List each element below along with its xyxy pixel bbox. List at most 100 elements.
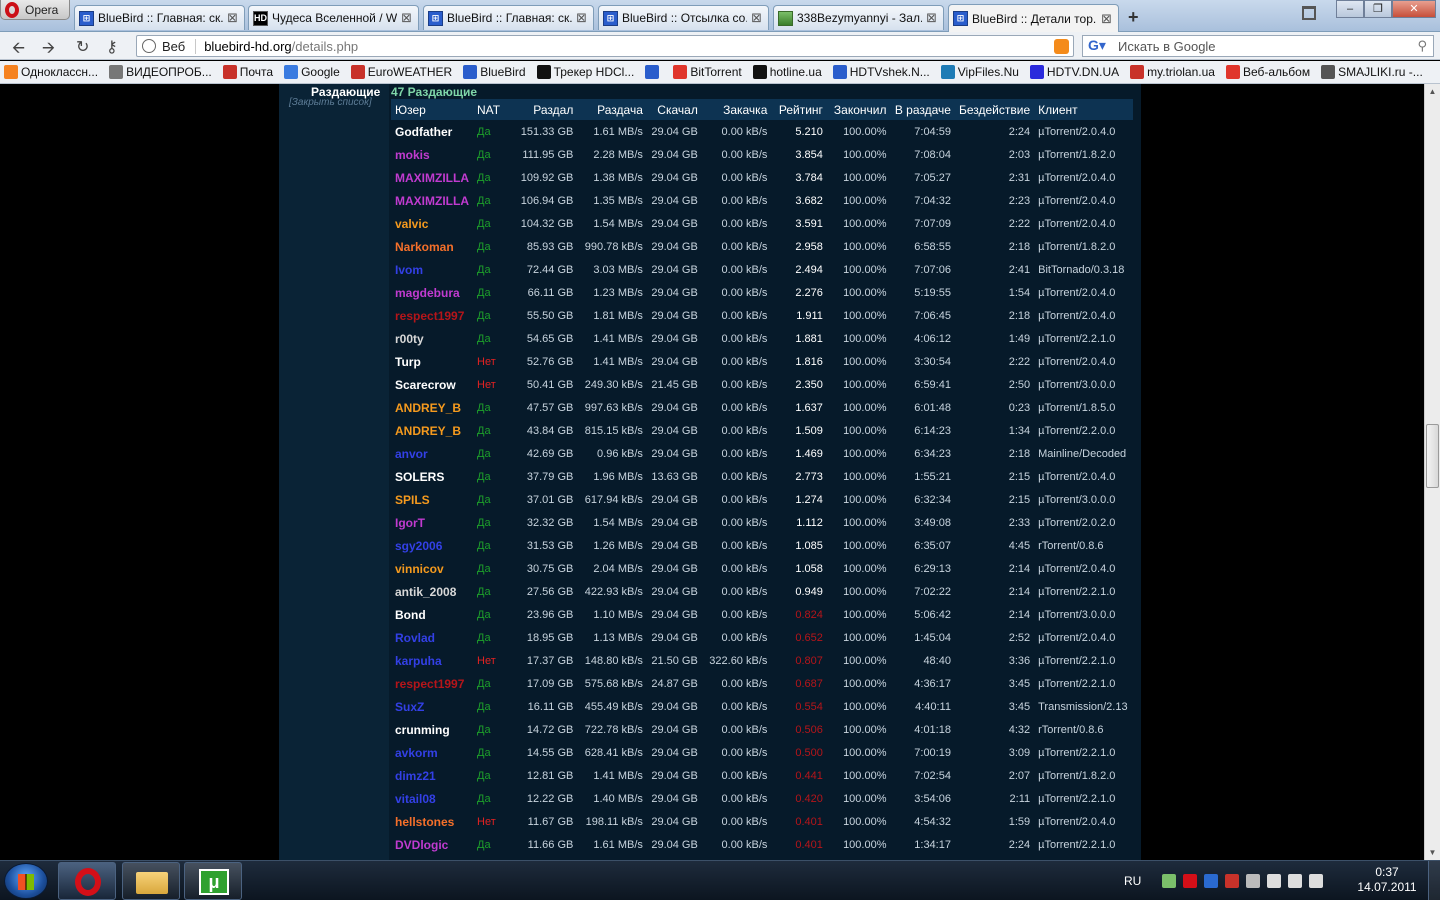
bookmark-item[interactable]: Google bbox=[284, 65, 340, 79]
tool-icon[interactable] bbox=[1225, 874, 1240, 888]
close-tab-icon[interactable]: ⊠ bbox=[751, 10, 762, 26]
user-link[interactable]: vinnicov bbox=[391, 557, 473, 580]
bookmark-item[interactable]: EuroWEATHER bbox=[350, 65, 452, 79]
search-icon[interactable]: ⚲ bbox=[1417, 38, 1427, 54]
vertical-scrollbar[interactable]: ▲ ▼ bbox=[1424, 84, 1440, 860]
column-header[interactable]: Закачка bbox=[701, 99, 772, 120]
bookmark-item[interactable]: Трекер HDCl... bbox=[536, 65, 634, 79]
bluetooth-icon[interactable] bbox=[1204, 874, 1219, 888]
bookmark-item[interactable] bbox=[645, 65, 662, 79]
taskbar-opera-button[interactable] bbox=[58, 862, 116, 900]
column-header[interactable]: Скачал bbox=[646, 99, 702, 120]
start-button[interactable] bbox=[4, 863, 48, 899]
bookmark-item[interactable]: ВИДЕОПРОБ... bbox=[109, 65, 212, 79]
close-tab-icon[interactable]: ⊠ bbox=[1101, 11, 1112, 27]
bookmark-item[interactable]: BitTorrent bbox=[673, 65, 742, 79]
column-header[interactable]: Клиент bbox=[1034, 99, 1133, 120]
close-window-button[interactable]: ✕ bbox=[1392, 0, 1436, 18]
taskbar-explorer-button[interactable] bbox=[122, 862, 180, 900]
user-link[interactable]: anvor bbox=[391, 442, 473, 465]
bookmark-item[interactable]: HDTV.DN.UA bbox=[1029, 65, 1119, 79]
bookmark-item[interactable]: Веб-альбом bbox=[1225, 65, 1310, 79]
user-link[interactable]: respect1997 bbox=[391, 304, 473, 327]
browser-tab[interactable]: ⊞ BlueBird :: Отсылка со... ⊠ bbox=[598, 5, 769, 30]
user-link[interactable]: avkorm bbox=[391, 741, 473, 764]
key-icon[interactable]: ⚷ bbox=[106, 37, 118, 57]
scrollbar-thumb[interactable] bbox=[1426, 424, 1439, 488]
opera-tray-icon[interactable] bbox=[1183, 874, 1198, 888]
bookmark-item[interactable]: BlueBird bbox=[463, 65, 526, 79]
address-url[interactable]: bluebird-hd.org/details.php bbox=[196, 39, 358, 54]
forward-button[interactable]: 🡪 bbox=[42, 37, 55, 64]
user-link[interactable]: dimz21 bbox=[391, 764, 473, 787]
closed-tabs-trash-icon[interactable] bbox=[1302, 6, 1316, 20]
column-header[interactable]: В раздаче bbox=[890, 99, 955, 120]
new-tab-button[interactable]: + bbox=[1128, 7, 1139, 28]
user-link[interactable]: IgorT bbox=[391, 511, 473, 534]
address-bar[interactable]: Веб bluebird-hd.org/details.php bbox=[136, 35, 1074, 57]
maximize-button[interactable]: ❐ bbox=[1364, 0, 1392, 18]
bookmark-item[interactable]: SMAJLIKI.ru -... bbox=[1321, 65, 1423, 79]
column-header[interactable]: Закончил bbox=[826, 99, 891, 120]
browser-tab[interactable]: HD Чудеса Вселенной / W... ⊠ bbox=[248, 5, 419, 30]
column-header[interactable]: Юзер bbox=[391, 99, 473, 120]
close-tab-icon[interactable]: ⊠ bbox=[926, 10, 937, 26]
bookmark-item[interactable]: HDTVshek.N... bbox=[832, 65, 930, 79]
user-link[interactable]: crunming bbox=[391, 718, 473, 741]
user-link[interactable]: mokis bbox=[391, 143, 473, 166]
taskbar-utorrent-button[interactable]: μ bbox=[184, 862, 242, 900]
volume-icon[interactable] bbox=[1309, 874, 1324, 888]
reload-button[interactable]: ↻ bbox=[76, 37, 89, 57]
minimize-button[interactable]: – bbox=[1336, 0, 1364, 18]
user-link[interactable]: hellstones bbox=[391, 810, 473, 833]
bookmark-item[interactable]: hotline.ua bbox=[752, 65, 822, 79]
user-link[interactable]: Narkoman bbox=[391, 235, 473, 258]
google-search-engine-icon[interactable]: G▾ bbox=[1086, 37, 1108, 55]
user-link[interactable]: magdebura bbox=[391, 281, 473, 304]
scroll-up-arrow-icon[interactable]: ▲ bbox=[1425, 84, 1440, 99]
user-link[interactable]: karpuha bbox=[391, 649, 473, 672]
user-link[interactable]: ANDREY_B bbox=[391, 419, 473, 442]
user-link[interactable]: Rovlad bbox=[391, 626, 473, 649]
user-link[interactable]: DVDlogic bbox=[391, 833, 473, 856]
network-icon[interactable] bbox=[1162, 874, 1177, 888]
bookmark-item[interactable]: Одноклассн... bbox=[4, 65, 98, 79]
browser-tab[interactable]: ⊞ BlueBird :: Детали тор... ⊠ bbox=[948, 4, 1119, 32]
browser-tab[interactable]: ⊞ BlueBird :: Главная: ск... ⊠ bbox=[423, 5, 594, 30]
connection-icon[interactable] bbox=[1267, 874, 1282, 888]
device-icon[interactable] bbox=[1246, 874, 1261, 888]
user-link[interactable]: antik_2008 bbox=[391, 580, 473, 603]
user-link[interactable]: MAXIMZILLA bbox=[391, 189, 473, 212]
close-tab-icon[interactable]: ⊠ bbox=[227, 10, 238, 26]
column-header[interactable]: NAT bbox=[473, 99, 512, 120]
user-link[interactable]: SuxZ bbox=[391, 695, 473, 718]
user-link[interactable]: MAXIMZILLA bbox=[391, 166, 473, 189]
bookmark-item[interactable]: VipFiles.Nu bbox=[940, 65, 1019, 79]
user-link[interactable]: Scarecrow bbox=[391, 373, 473, 396]
user-link[interactable]: Bond bbox=[391, 603, 473, 626]
close-tab-icon[interactable]: ⊠ bbox=[576, 10, 587, 26]
user-link[interactable]: Godfather bbox=[391, 120, 473, 143]
column-header[interactable]: Раздача bbox=[577, 99, 647, 120]
user-link[interactable]: respect1997 bbox=[391, 672, 473, 695]
user-link[interactable]: SPILS bbox=[391, 488, 473, 511]
back-button[interactable]: 🡨 bbox=[12, 37, 25, 64]
show-desktop-button[interactable] bbox=[1428, 861, 1440, 900]
user-link[interactable]: r00ty bbox=[391, 327, 473, 350]
user-link[interactable]: SOLERS bbox=[391, 465, 473, 488]
search-input[interactable]: Искать в Google bbox=[1118, 39, 1216, 54]
user-link[interactable]: sgy2006 bbox=[391, 534, 473, 557]
user-link[interactable]: ANDREY_B bbox=[391, 396, 473, 419]
browser-tab[interactable]: 338Bezymyannyi - Зал... ⊠ bbox=[773, 5, 944, 30]
user-link[interactable]: Turp bbox=[391, 350, 473, 373]
user-link[interactable]: Ivom bbox=[391, 258, 473, 281]
rss-feed-icon[interactable] bbox=[1054, 39, 1069, 54]
column-header[interactable]: Раздал bbox=[511, 99, 578, 120]
scroll-down-arrow-icon[interactable]: ▼ bbox=[1425, 845, 1440, 860]
column-header[interactable]: Рейтинг bbox=[771, 99, 827, 120]
language-indicator[interactable]: RU bbox=[1124, 874, 1141, 888]
user-link[interactable]: vitail08 bbox=[391, 787, 473, 810]
opera-menu-button[interactable]: Opera bbox=[0, 0, 70, 20]
close-tab-icon[interactable]: ⊠ bbox=[401, 10, 412, 26]
column-header[interactable]: Бездействие bbox=[954, 99, 1035, 120]
